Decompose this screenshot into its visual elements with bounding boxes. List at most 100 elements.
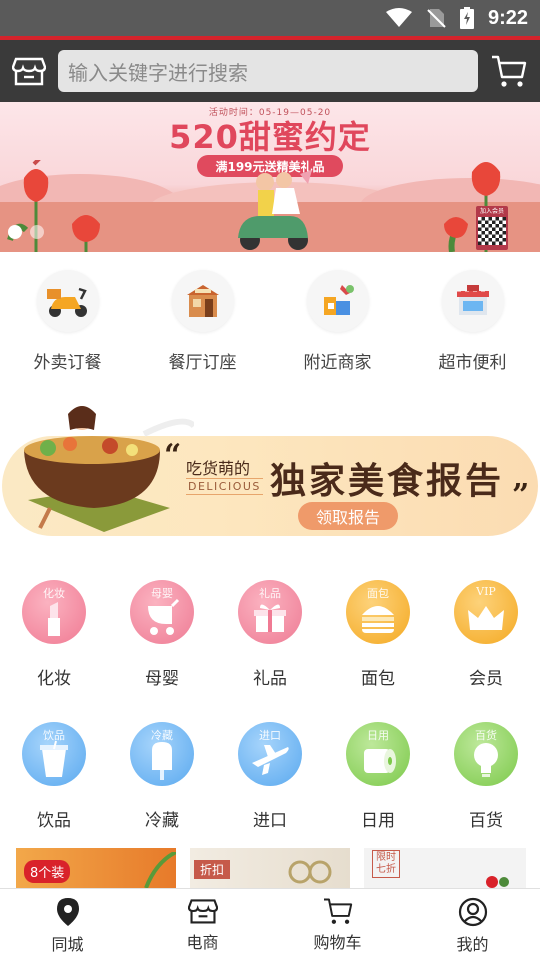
- category-label: 冷藏: [145, 811, 179, 831]
- category-makeup[interactable]: 化妆 化妆: [0, 580, 108, 689]
- status-bar: 9:22: [0, 0, 540, 36]
- category-label: 日用: [361, 811, 395, 831]
- promo-card[interactable]: 折扣: [190, 848, 350, 888]
- couple-scooter-illustration: [238, 170, 312, 250]
- tissue-roll-icon: 日用: [346, 722, 410, 786]
- category-tag: 礼品: [259, 587, 281, 600]
- strawberry-decoration: [486, 876, 509, 888]
- category-tag: 饮品: [43, 729, 65, 742]
- gift-box-icon: 礼品: [238, 580, 302, 644]
- nearby-shops-icon: [306, 270, 369, 332]
- category-label: 礼品: [253, 669, 287, 689]
- nav-tab-local[interactable]: 同城: [0, 889, 135, 960]
- burger-icon: 面包: [346, 580, 410, 644]
- category-bread[interactable]: 面包 面包: [324, 580, 432, 689]
- drink-cup-icon: 饮品: [22, 722, 86, 786]
- quick-nav-label: 外卖订餐: [33, 353, 102, 373]
- quick-nav-takeout[interactable]: 外卖订餐: [0, 262, 135, 382]
- category-tag: VIP: [476, 585, 496, 598]
- member-qr-code[interactable]: 加入会员: [476, 206, 508, 250]
- category-vip[interactable]: VIP 会员: [432, 580, 540, 689]
- category-gifts[interactable]: 礼品 礼品: [216, 580, 324, 689]
- quick-nav: 外卖订餐 餐厅订座 附近商家 超市便利: [0, 262, 540, 382]
- category-drinks[interactable]: 饮品 饮品: [0, 722, 108, 831]
- category-row-1: 化妆 化妆 母婴 母婴 礼品 礼品 面包 面包 VIP 会员: [0, 580, 540, 689]
- stroller-icon: 母婴: [130, 580, 194, 644]
- quick-nav-restaurant-booking[interactable]: 餐厅订座: [135, 262, 270, 382]
- category-tag: 化妆: [43, 587, 65, 600]
- restaurant-icon: [171, 270, 234, 332]
- airplane-icon: 进口: [238, 722, 302, 786]
- bottom-nav: 同城 电商 购物车 我的: [0, 888, 540, 960]
- promo-card-badge: 限时七折: [372, 850, 400, 878]
- food-report-banner[interactable]: “ 吃货萌的 DELICIOUS 独家美食报告 领取报告 ”: [0, 398, 540, 546]
- qr-code-image: [478, 217, 506, 245]
- store-button[interactable]: [0, 40, 58, 102]
- lightbulb-icon: 百货: [454, 722, 518, 786]
- category-tag: 冷藏: [151, 729, 173, 742]
- quick-nav-supermarket[interactable]: 超市便利: [405, 262, 540, 382]
- promo-banner[interactable]: 活动时间：05-19—05-20 520甜蜜约定 满199元送精美礼品 加入会员: [0, 102, 540, 252]
- category-label: 化妆: [37, 669, 71, 689]
- carousel-dot[interactable]: [30, 225, 44, 239]
- open-quote-mark: “: [164, 438, 182, 473]
- nav-label: 电商: [186, 933, 219, 952]
- nav-tab-ecommerce[interactable]: 电商: [135, 889, 270, 960]
- category-label: 会员: [469, 669, 503, 689]
- promo-card[interactable]: 限时七折: [364, 848, 526, 888]
- supermarket-icon: [441, 270, 504, 332]
- category-general-goods[interactable]: 百货 百货: [432, 722, 540, 831]
- store-icon: [12, 57, 46, 86]
- nav-label: 同城: [51, 935, 84, 954]
- category-label: 面包: [361, 669, 395, 689]
- tulip-illustration: [7, 160, 100, 252]
- nav-label: 我的: [456, 935, 489, 954]
- category-imported[interactable]: 进口 进口: [216, 722, 324, 831]
- crown-icon: VIP: [454, 580, 518, 644]
- lipstick-icon: 化妆: [22, 580, 86, 644]
- quick-nav-nearby[interactable]: 附近商家: [270, 262, 405, 382]
- category-mother-baby[interactable]: 母婴 母婴: [108, 580, 216, 689]
- carousel-dot-active[interactable]: [8, 225, 22, 239]
- clock: 9:22: [487, 6, 528, 29]
- quick-nav-label: 餐厅订座: [168, 353, 237, 373]
- quick-nav-label: 超市便利: [438, 353, 507, 373]
- search-input[interactable]: 输入关键字进行搜索: [58, 50, 478, 92]
- category-tag: 母婴: [151, 587, 173, 600]
- promo-cards-strip: 8个装 折扣 限时七折: [0, 848, 540, 888]
- quick-nav-label: 附近商家: [303, 353, 372, 373]
- storefront-icon: [187, 899, 218, 924]
- battery-charging-icon: [459, 7, 474, 29]
- close-quote-mark: ”: [512, 478, 530, 513]
- header-cart-button[interactable]: [478, 40, 540, 102]
- cart-icon: [492, 55, 527, 87]
- location-pin-icon: [56, 898, 79, 926]
- user-icon: [458, 897, 487, 927]
- cart-icon: [323, 898, 352, 924]
- claim-report-button[interactable]: 领取报告: [298, 502, 398, 530]
- qr-label: 加入会员: [479, 208, 504, 215]
- category-label: 母婴: [145, 669, 179, 689]
- nav-label: 购物车: [313, 933, 362, 952]
- category-label: 饮品: [37, 811, 71, 831]
- no-sim-icon: [427, 9, 446, 28]
- category-label: 进口: [253, 811, 287, 831]
- category-daily-use[interactable]: 日用 日用: [324, 722, 432, 831]
- promo-card-badge: 8个装: [24, 860, 71, 883]
- category-row-2: 饮品 饮品 冷藏 冷藏 进口 进口 日用 日用 百货 百货: [0, 722, 540, 831]
- category-tag: 面包: [367, 587, 389, 600]
- nav-tab-cart[interactable]: 购物车: [270, 889, 405, 960]
- search-placeholder: 输入关键字进行搜索: [68, 60, 248, 85]
- category-tag: 进口: [259, 729, 281, 742]
- category-tag: 日用: [367, 729, 389, 742]
- jewelry-decoration: [288, 860, 332, 884]
- leaf-decoration: [144, 852, 176, 888]
- category-tag: 百货: [475, 729, 497, 742]
- promo-card[interactable]: 8个装: [16, 848, 176, 888]
- scooter-icon: [36, 270, 99, 332]
- popsicle-icon: 冷藏: [130, 722, 194, 786]
- wifi-icon: [385, 8, 412, 27]
- nav-tab-profile[interactable]: 我的: [405, 889, 540, 960]
- category-chilled[interactable]: 冷藏 冷藏: [108, 722, 216, 831]
- report-delicious-text: DELICIOUS: [186, 478, 263, 495]
